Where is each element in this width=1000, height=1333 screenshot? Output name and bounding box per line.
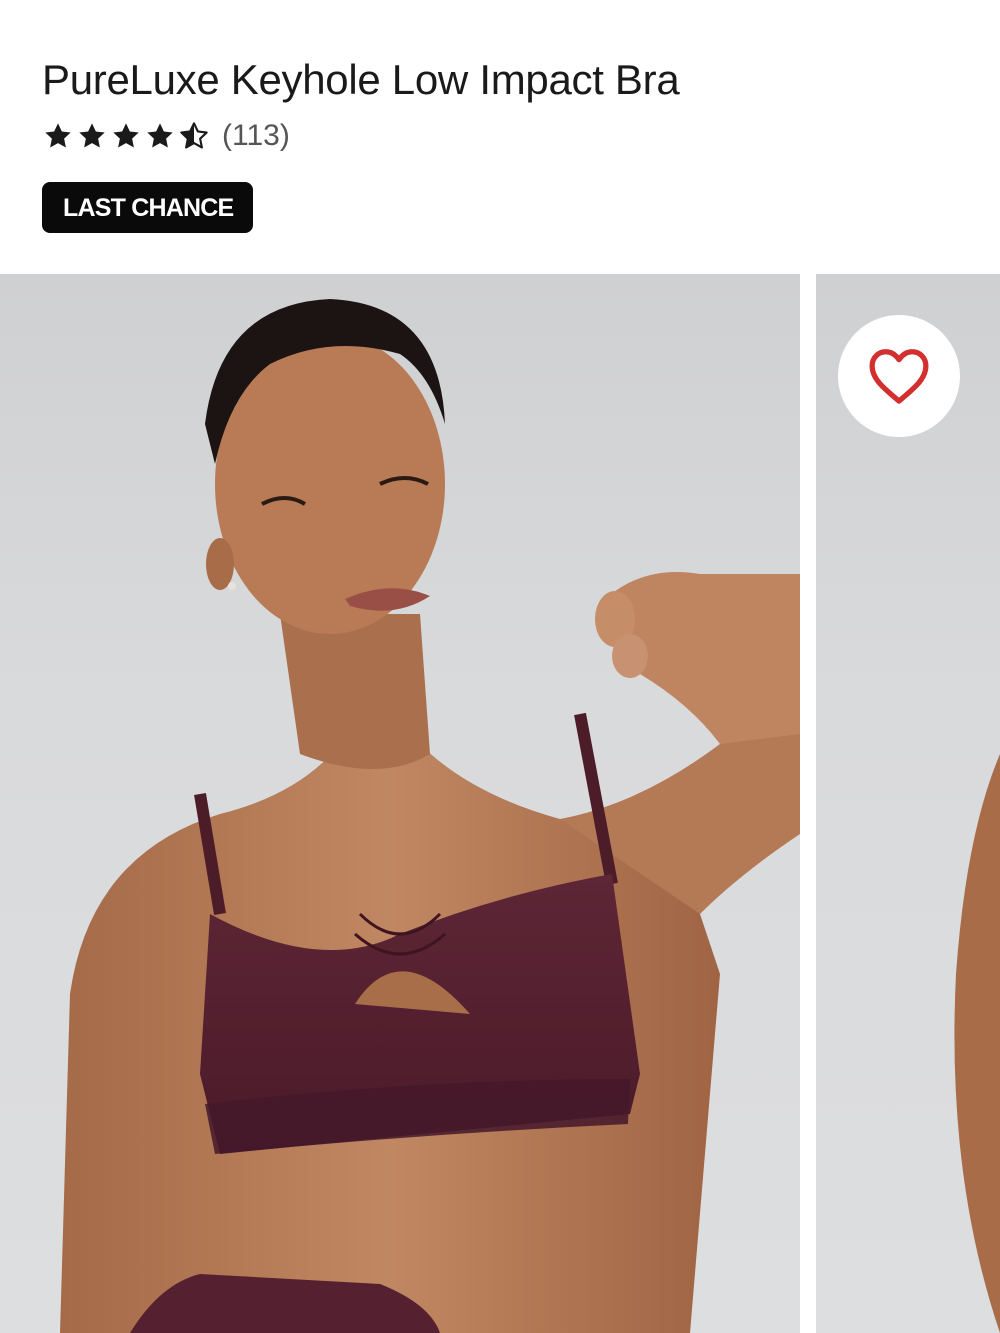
favorite-button[interactable] <box>838 315 960 437</box>
star-half-icon <box>180 122 208 149</box>
star-full-icon <box>147 123 173 148</box>
star-full-icon <box>45 123 71 148</box>
model-photo-front <box>60 299 800 1333</box>
rating-row[interactable]: (113) <box>42 116 980 156</box>
review-count-link[interactable]: (113) <box>222 119 290 153</box>
product-image-1[interactable] <box>0 274 800 1333</box>
product-title: PureLuxe Keyhole Low Impact Bra <box>42 56 680 103</box>
star-full-icon <box>113 123 139 148</box>
heart-outline-icon <box>869 349 929 404</box>
last-chance-badge: LAST CHANCE <box>42 182 254 233</box>
star-rating <box>42 120 210 152</box>
star-full-icon <box>79 123 105 148</box>
product-header: PureLuxe Keyhole Low Impact Bra (113) LA… <box>42 52 980 233</box>
product-image-carousel[interactable] <box>0 274 1000 1333</box>
